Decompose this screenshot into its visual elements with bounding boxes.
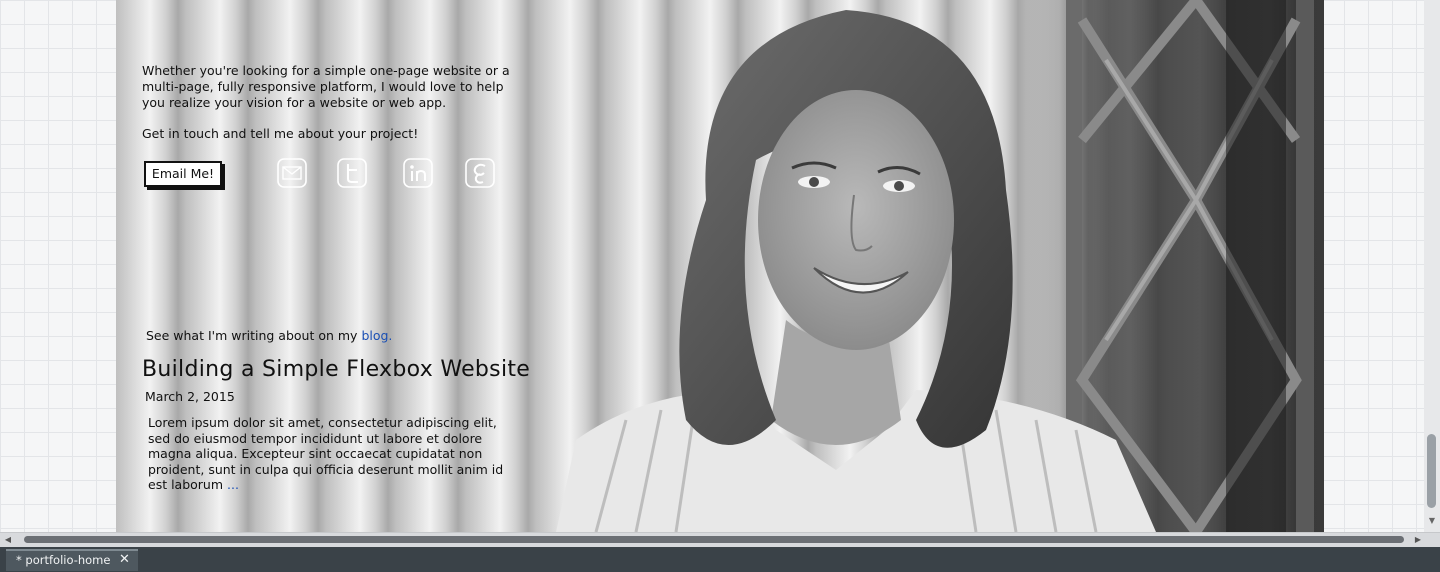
close-icon[interactable]: ✕ (119, 552, 130, 567)
editor-tab-bar: * portfolio-home ✕ (0, 547, 1440, 572)
read-more-link[interactable]: ... (227, 477, 239, 492)
email-me-button[interactable]: Email Me! (144, 161, 222, 187)
horizontal-scroll-thumb[interactable] (24, 536, 1404, 543)
post-excerpt-text: Lorem ipsum dolor sit amet, consectetur … (148, 415, 504, 492)
blog-intro: See what I'm writing about on my blog. (146, 328, 392, 343)
horizontal-scrollbar[interactable]: ◀ ▶ (0, 532, 1440, 547)
intro-cta-text: Get in touch and tell me about your proj… (142, 126, 419, 141)
mail-icon[interactable] (276, 157, 308, 189)
twitter-icon[interactable] (336, 157, 368, 189)
intro-text: Whether you're looking for a simple one-… (142, 63, 512, 157)
blog-intro-text: See what I'm writing about on my (146, 328, 358, 343)
vertical-scroll-thumb[interactable] (1427, 434, 1436, 508)
hero-section: Whether you're looking for a simple one-… (116, 0, 1324, 532)
post-date: March 2, 2015 (145, 389, 235, 404)
blog-link[interactable]: blog. (361, 328, 392, 343)
tab-label: * portfolio-home (16, 553, 111, 567)
scroll-left-icon[interactable]: ◀ (2, 534, 14, 546)
vertical-scrollbar[interactable]: ▼ (1424, 0, 1440, 532)
linkedin-icon[interactable] (402, 157, 434, 189)
intro-paragraph: Whether you're looking for a simple one-… (142, 63, 510, 110)
portrait-photo (556, 10, 1156, 532)
tab-portfolio-home[interactable]: * portfolio-home ✕ (6, 549, 138, 571)
scroll-down-icon[interactable]: ▼ (1427, 516, 1437, 526)
design-canvas: Whether you're looking for a simple one-… (0, 0, 1440, 532)
post-title[interactable]: Building a Simple Flexbox Website (142, 357, 530, 382)
google-plus-icon[interactable] (464, 157, 496, 189)
scroll-right-icon[interactable]: ▶ (1412, 534, 1424, 546)
post-excerpt: Lorem ipsum dolor sit amet, consectetur … (148, 415, 508, 493)
